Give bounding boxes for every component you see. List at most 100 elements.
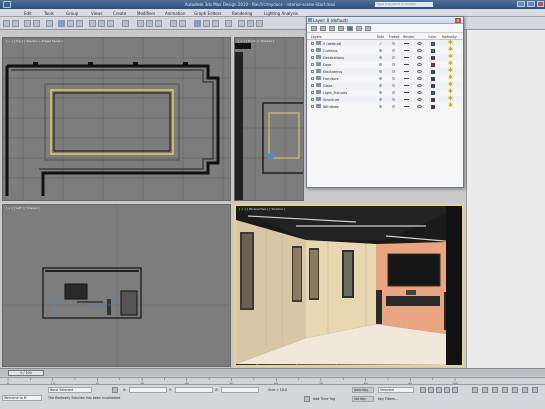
- layer-color-swatch[interactable]: [431, 90, 435, 95]
- render-toggle-icon[interactable]: [404, 64, 409, 65]
- menu-views[interactable]: Views: [91, 11, 103, 16]
- current-layer-check-icon[interactable]: ✓: [379, 41, 382, 46]
- mirror-icon[interactable]: [170, 20, 177, 27]
- move-icon[interactable]: [89, 20, 96, 27]
- app-logo-icon[interactable]: [3, 1, 11, 8]
- undo-icon[interactable]: [3, 20, 10, 27]
- add-time-tag[interactable]: Add Time Tag: [313, 397, 335, 401]
- freeze-toggle-icon[interactable]: [392, 63, 395, 66]
- select-in-layer-icon[interactable]: [338, 26, 344, 31]
- viewport-perspective-label[interactable]: [ + ] [ Perspective ] [ Shaded ]: [239, 207, 285, 211]
- freeze-toggle-icon[interactable]: [392, 77, 395, 80]
- layer-expand-icon[interactable]: [311, 98, 314, 101]
- rotate-icon[interactable]: [98, 20, 105, 27]
- render-toggle-icon[interactable]: [404, 85, 409, 86]
- pan-icon[interactable]: [512, 387, 518, 393]
- schematic-view-icon[interactable]: [212, 20, 219, 27]
- display-eye-icon[interactable]: [417, 98, 422, 101]
- render-toggle-icon[interactable]: [404, 50, 409, 51]
- hide-toggle-icon[interactable]: [379, 70, 382, 73]
- layer-manager-dialog[interactable]: Layer: 0 (default) ✕ Layers Hide Freeze …: [306, 16, 464, 188]
- layer-name[interactable]: Windows: [323, 105, 339, 109]
- zoom-extents-icon[interactable]: [492, 387, 498, 393]
- layer-name[interactable]: Structure: [323, 98, 339, 102]
- freeze-toggle-icon[interactable]: [392, 98, 395, 101]
- freeze-toggle-icon[interactable]: [392, 49, 395, 52]
- orbit-icon[interactable]: [522, 387, 528, 393]
- y-coordinate-field[interactable]: [175, 387, 213, 393]
- dialog-title-bar[interactable]: Layer: 0 (default) ✕: [307, 17, 463, 24]
- display-eye-icon[interactable]: [417, 49, 422, 52]
- set-key-button[interactable]: Set Key: [352, 396, 374, 402]
- curve-editor-icon[interactable]: [203, 20, 210, 27]
- display-eye-icon[interactable]: [417, 84, 422, 87]
- layer-name[interactable]: Light_Fixtures: [323, 91, 347, 95]
- time-slider[interactable]: 0 / 100: [0, 368, 545, 376]
- layer-expand-icon[interactable]: [311, 84, 314, 87]
- render-frame-icon[interactable]: [247, 20, 254, 27]
- render-toggle-icon[interactable]: [404, 92, 409, 93]
- lock-selection-icon[interactable]: [112, 387, 118, 393]
- layer-name[interactable]: Furniture: [323, 77, 339, 81]
- viewport-left[interactable]: [ + ] [ Left ] [ Shaded ]: [2, 204, 231, 367]
- layer-row[interactable]: Furniture ✱: [307, 75, 463, 82]
- hide-toggle-icon[interactable]: [379, 98, 382, 101]
- render-toggle-icon[interactable]: [404, 99, 409, 100]
- freeze-toggle-icon[interactable]: [392, 105, 395, 108]
- menu-tools[interactable]: Tools: [44, 11, 54, 16]
- align-icon[interactable]: [179, 20, 186, 27]
- close-icon[interactable]: [537, 1, 544, 7]
- render-toggle-icon[interactable]: [404, 43, 409, 44]
- time-tag-icon[interactable]: [304, 396, 310, 402]
- go-to-end-icon[interactable]: [452, 387, 458, 393]
- viewport-top[interactable]: [ + ] [ Top ] [ Shaded + Edged Faces ]: [2, 37, 231, 201]
- layer-color-swatch[interactable]: [431, 76, 435, 81]
- layer-name[interactable]: Glass: [323, 84, 332, 88]
- column-freeze[interactable]: Freeze: [389, 35, 399, 39]
- hide-toggle-icon[interactable]: [379, 63, 382, 66]
- previous-frame-icon[interactable]: [428, 387, 434, 393]
- freeze-toggle-icon[interactable]: [392, 42, 395, 45]
- menu-group[interactable]: Group: [66, 11, 78, 16]
- layer-row[interactable]: Decorations ✱: [307, 54, 463, 61]
- column-color[interactable]: Color: [428, 35, 436, 39]
- layer-expand-icon[interactable]: [311, 42, 314, 45]
- layer-name[interactable]: Decorations: [323, 56, 344, 60]
- layer-expand-icon[interactable]: [311, 77, 314, 80]
- dialog-close-icon[interactable]: ✕: [455, 18, 461, 23]
- menu-create[interactable]: Create: [113, 11, 126, 16]
- hide-toggle-icon[interactable]: [379, 49, 382, 52]
- go-to-start-icon[interactable]: [420, 387, 426, 393]
- x-coordinate-field[interactable]: [129, 387, 167, 393]
- menu-graph-editors[interactable]: Graph Editors: [194, 11, 221, 16]
- maximize-viewport-icon[interactable]: [532, 387, 538, 393]
- link-icon[interactable]: [24, 20, 31, 27]
- layer-name[interactable]: Door: [323, 63, 331, 67]
- layer-row[interactable]: Glass ✱: [307, 82, 463, 89]
- search-input[interactable]: Type a keyword or phrase: [375, 2, 433, 7]
- viewport-front[interactable]: [ + ] [ Front ] [ Shaded ]: [234, 37, 304, 201]
- menu-modifiers[interactable]: Modifiers: [137, 11, 155, 16]
- viewport-top-label[interactable]: [ + ] [ Top ] [ Shaded + Edged Faces ]: [6, 39, 63, 43]
- maxscript-listener[interactable]: Welcome to M: [2, 395, 42, 401]
- key-mode-select[interactable]: Selected: [378, 387, 414, 393]
- hide-toggle-icon[interactable]: [379, 105, 382, 108]
- freeze-all-icon[interactable]: [365, 26, 371, 31]
- freeze-toggle-icon[interactable]: [392, 70, 395, 73]
- display-eye-icon[interactable]: [417, 63, 422, 66]
- layer-expand-icon[interactable]: [311, 70, 314, 73]
- layer-name[interactable]: Electronics: [323, 70, 342, 74]
- zoom-icon[interactable]: [472, 387, 478, 393]
- menu-lighting-analysis[interactable]: Lighting Analysis: [264, 11, 298, 16]
- angle-snap-icon[interactable]: [146, 20, 153, 27]
- track-bar[interactable]: 0102030405060708090100: [0, 377, 545, 386]
- menu-edit[interactable]: Edit: [24, 11, 32, 16]
- time-slider-handle[interactable]: 0 / 100: [8, 370, 44, 376]
- key-filters-button[interactable]: Key Filters...: [378, 397, 398, 401]
- hide-toggle-icon[interactable]: [379, 56, 382, 59]
- layer-color-swatch[interactable]: [431, 55, 435, 60]
- layer-row[interactable]: Electronics ✱: [307, 68, 463, 75]
- z-coordinate-field[interactable]: [221, 387, 259, 393]
- viewport-left-label[interactable]: [ + ] [ Left ] [ Shaded ]: [6, 206, 40, 210]
- display-eye-icon[interactable]: [417, 42, 422, 45]
